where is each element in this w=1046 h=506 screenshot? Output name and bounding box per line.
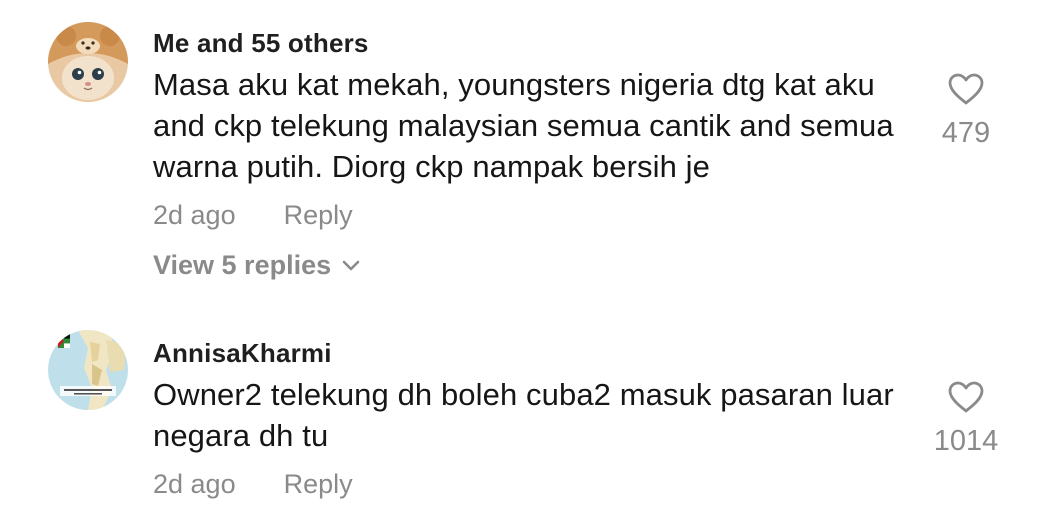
- comment-timestamp: 2d ago: [153, 200, 236, 230]
- view-replies-button[interactable]: View 5 replies: [153, 249, 361, 281]
- comment-username[interactable]: AnnisaKharmi: [153, 338, 913, 368]
- reply-button[interactable]: Reply: [284, 199, 353, 231]
- heart-outline-icon: [948, 381, 984, 413]
- view-replies-label: View 5 replies: [153, 250, 332, 280]
- chevron-down-icon: [342, 260, 360, 271]
- comment-meta: 2d ago Reply: [153, 199, 913, 231]
- heart-outline-icon: [948, 73, 984, 105]
- reply-button[interactable]: Reply: [284, 468, 353, 500]
- comment-username[interactable]: Me and 55 others: [153, 28, 913, 58]
- comment-text: Owner2 telekung dh boleh cuba2 masuk pas…: [153, 377, 894, 453]
- comment-text: Masa aku kat mekah, youngsters nigeria d…: [153, 67, 894, 184]
- like-count: 1014: [933, 425, 999, 457]
- comment-timestamp: 2d ago: [153, 469, 236, 499]
- like-button[interactable]: 1014: [926, 380, 1006, 457]
- avatar[interactable]: [48, 330, 128, 410]
- like-button[interactable]: 479: [926, 72, 1006, 149]
- avatar[interactable]: [48, 22, 128, 102]
- comment-meta: 2d ago Reply: [153, 468, 913, 500]
- like-count: 479: [941, 117, 991, 149]
